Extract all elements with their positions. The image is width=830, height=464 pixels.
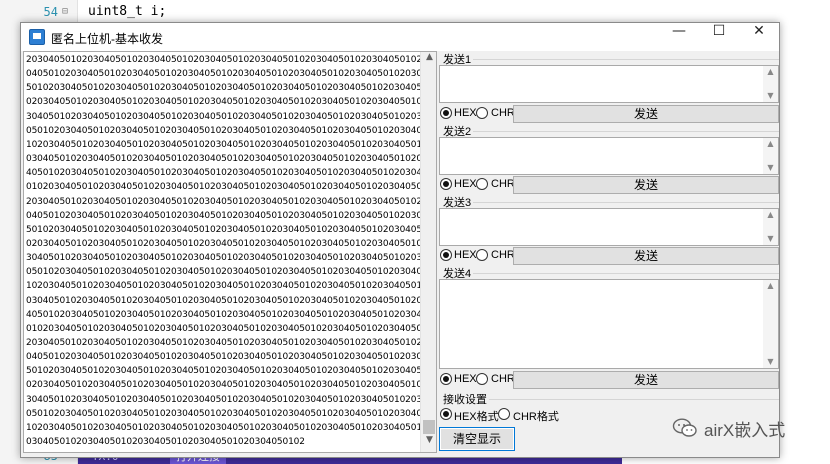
- send-input-scrollbar[interactable]: ▲ ▼: [763, 209, 778, 245]
- receive-line: 0203040501020304050102030405010203040501…: [26, 97, 436, 108]
- chr-radio-label: CHR: [491, 373, 515, 385]
- receive-line: 0405010203040501020304050102030405010203…: [26, 352, 436, 363]
- receive-line: 3040501020304050102030405010203040501020…: [26, 394, 436, 405]
- hex-format-label: HEX格式: [454, 411, 499, 423]
- receive-line: 1020304050102030405010203040501020304050…: [26, 281, 436, 292]
- receive-settings-label: 接收设置: [443, 391, 489, 407]
- scroll-up-arrow-icon[interactable]: ▲: [421, 52, 436, 69]
- receive-line: 5010203040501020304050102030405010203040…: [26, 366, 436, 377]
- receive-line: 0102030405010203040501020304050102030405…: [26, 323, 436, 334]
- send-button-3[interactable]: 发送: [513, 247, 779, 265]
- scroll-down-arrow-icon[interactable]: ▼: [421, 435, 436, 452]
- hex-radio-label: HEX: [454, 107, 477, 119]
- receive-line: 0501020304050102030405010203040501020304…: [26, 408, 436, 419]
- receive-line: 1020304050102030405010203040501020304050…: [26, 422, 436, 433]
- receive-line: 0304050102030405010203040501020304050102…: [26, 295, 436, 306]
- receive-textarea[interactable]: 2030405010203040501020304050102030405010…: [23, 51, 437, 453]
- scroll-thumb[interactable]: [423, 420, 435, 434]
- hex-radio-4[interactable]: [440, 373, 452, 385]
- group-divider: [473, 131, 779, 132]
- scroll-down-arrow-icon[interactable]: ▼: [763, 233, 778, 245]
- scroll-up-arrow-icon[interactable]: ▲: [763, 209, 778, 221]
- scroll-down-arrow-icon[interactable]: ▼: [763, 90, 778, 102]
- hex-radio-2[interactable]: [440, 178, 452, 190]
- receive-scrollbar[interactable]: ▲ ▼: [420, 52, 436, 452]
- send-input-4[interactable]: ▲ ▼: [439, 279, 779, 369]
- chr-radio-2[interactable]: [476, 178, 488, 190]
- receive-line: 4050102030405010203040501020304050102030…: [26, 309, 436, 320]
- hex-radio-label: HEX: [454, 178, 477, 190]
- send-input-1[interactable]: ▲ ▼: [439, 65, 779, 103]
- send-input-scrollbar[interactable]: ▲ ▼: [763, 280, 778, 368]
- receive-line: 0203040501020304050102030405010203040501…: [26, 238, 436, 249]
- send-input-3[interactable]: ▲ ▼: [439, 208, 779, 246]
- scroll-up-arrow-icon[interactable]: ▲: [763, 66, 778, 78]
- chr-radio-label: CHR: [491, 249, 515, 261]
- receive-line: 0405010203040501020304050102030405010203…: [26, 69, 436, 80]
- watermark-text: airX嵌入式: [704, 421, 786, 440]
- receive-line: 2030405010203040501020304050102030405010…: [26, 338, 436, 348]
- group-divider: [473, 59, 779, 60]
- hex-radio-3[interactable]: [440, 249, 452, 261]
- scroll-down-arrow-icon[interactable]: ▼: [763, 356, 778, 368]
- wechat-icon: [672, 418, 697, 437]
- group-divider: [473, 202, 779, 203]
- receive-line: 5010203040501020304050102030405010203040…: [26, 83, 436, 94]
- receive-line: 2030405010203040501020304050102030405010…: [26, 55, 436, 65]
- chr-radio-1[interactable]: [476, 107, 488, 119]
- clear-display-button[interactable]: 清空显示: [439, 427, 515, 451]
- receive-line: 0304050102030405010203040501020304050102…: [26, 437, 305, 448]
- receive-line: 0405010203040501020304050102030405010203…: [26, 210, 436, 221]
- fold-icon: ⊟: [62, 6, 69, 17]
- send-button-4[interactable]: 发送: [513, 371, 779, 389]
- close-button[interactable]: ✕: [739, 23, 779, 51]
- send-input-scrollbar[interactable]: ▲ ▼: [763, 138, 778, 174]
- receive-line: 3040501020304050102030405010203040501020…: [26, 253, 436, 264]
- minimize-button[interactable]: —: [659, 23, 699, 51]
- send-input-2[interactable]: ▲ ▼: [439, 137, 779, 175]
- receive-line: 0203040501020304050102030405010203040501…: [26, 380, 436, 391]
- receive-line: 5010203040501020304050102030405010203040…: [26, 224, 436, 235]
- chr-radio-label: CHR: [491, 107, 515, 119]
- app-window: 匿名上位机-基本收发 — ☐ ✕ 20304050102030405010203…: [20, 22, 780, 458]
- chr-radio-3[interactable]: [476, 249, 488, 261]
- title-bar[interactable]: 匿名上位机-基本收发 — ☐ ✕: [21, 23, 779, 51]
- hex-radio-label: HEX: [454, 373, 477, 385]
- chr-format-radio[interactable]: [498, 408, 510, 420]
- window-title: 匿名上位机-基本收发: [51, 32, 163, 46]
- receive-line: 1020304050102030405010203040501020304050…: [26, 139, 436, 150]
- receive-line: 4050102030405010203040501020304050102030…: [26, 168, 436, 179]
- receive-line: 0501020304050102030405010203040501020304…: [26, 267, 436, 278]
- receive-line: 3040501020304050102030405010203040501020…: [26, 111, 436, 122]
- chr-radio-4[interactable]: [476, 373, 488, 385]
- hex-radio-label: HEX: [454, 249, 477, 261]
- chr-radio-label: CHR: [491, 178, 515, 190]
- code-line: uint8_t i;: [88, 4, 167, 19]
- scroll-up-arrow-icon[interactable]: ▲: [763, 138, 778, 150]
- maximize-button[interactable]: ☐: [699, 23, 739, 51]
- group-divider: [473, 273, 779, 274]
- hex-radio-1[interactable]: [440, 107, 452, 119]
- chr-format-label: CHR格式: [513, 411, 559, 423]
- send-button-2[interactable]: 发送: [513, 176, 779, 194]
- hex-format-radio[interactable]: [440, 408, 452, 420]
- group-divider: [489, 399, 779, 400]
- receive-line: 0501020304050102030405010203040501020304…: [26, 125, 436, 136]
- send-button-1[interactable]: 发送: [513, 105, 779, 123]
- receive-line: 0304050102030405010203040501020304050102…: [26, 154, 436, 165]
- app-icon: [29, 29, 45, 45]
- watermark: airX嵌入式: [672, 414, 812, 442]
- scroll-down-arrow-icon[interactable]: ▼: [763, 162, 778, 174]
- send-input-scrollbar[interactable]: ▲ ▼: [763, 66, 778, 102]
- line-number: 54: [43, 5, 58, 19]
- scroll-up-arrow-icon[interactable]: ▲: [763, 280, 778, 292]
- receive-line: 0102030405010203040501020304050102030405…: [26, 182, 436, 193]
- receive-line: 2030405010203040501020304050102030405010…: [26, 196, 436, 207]
